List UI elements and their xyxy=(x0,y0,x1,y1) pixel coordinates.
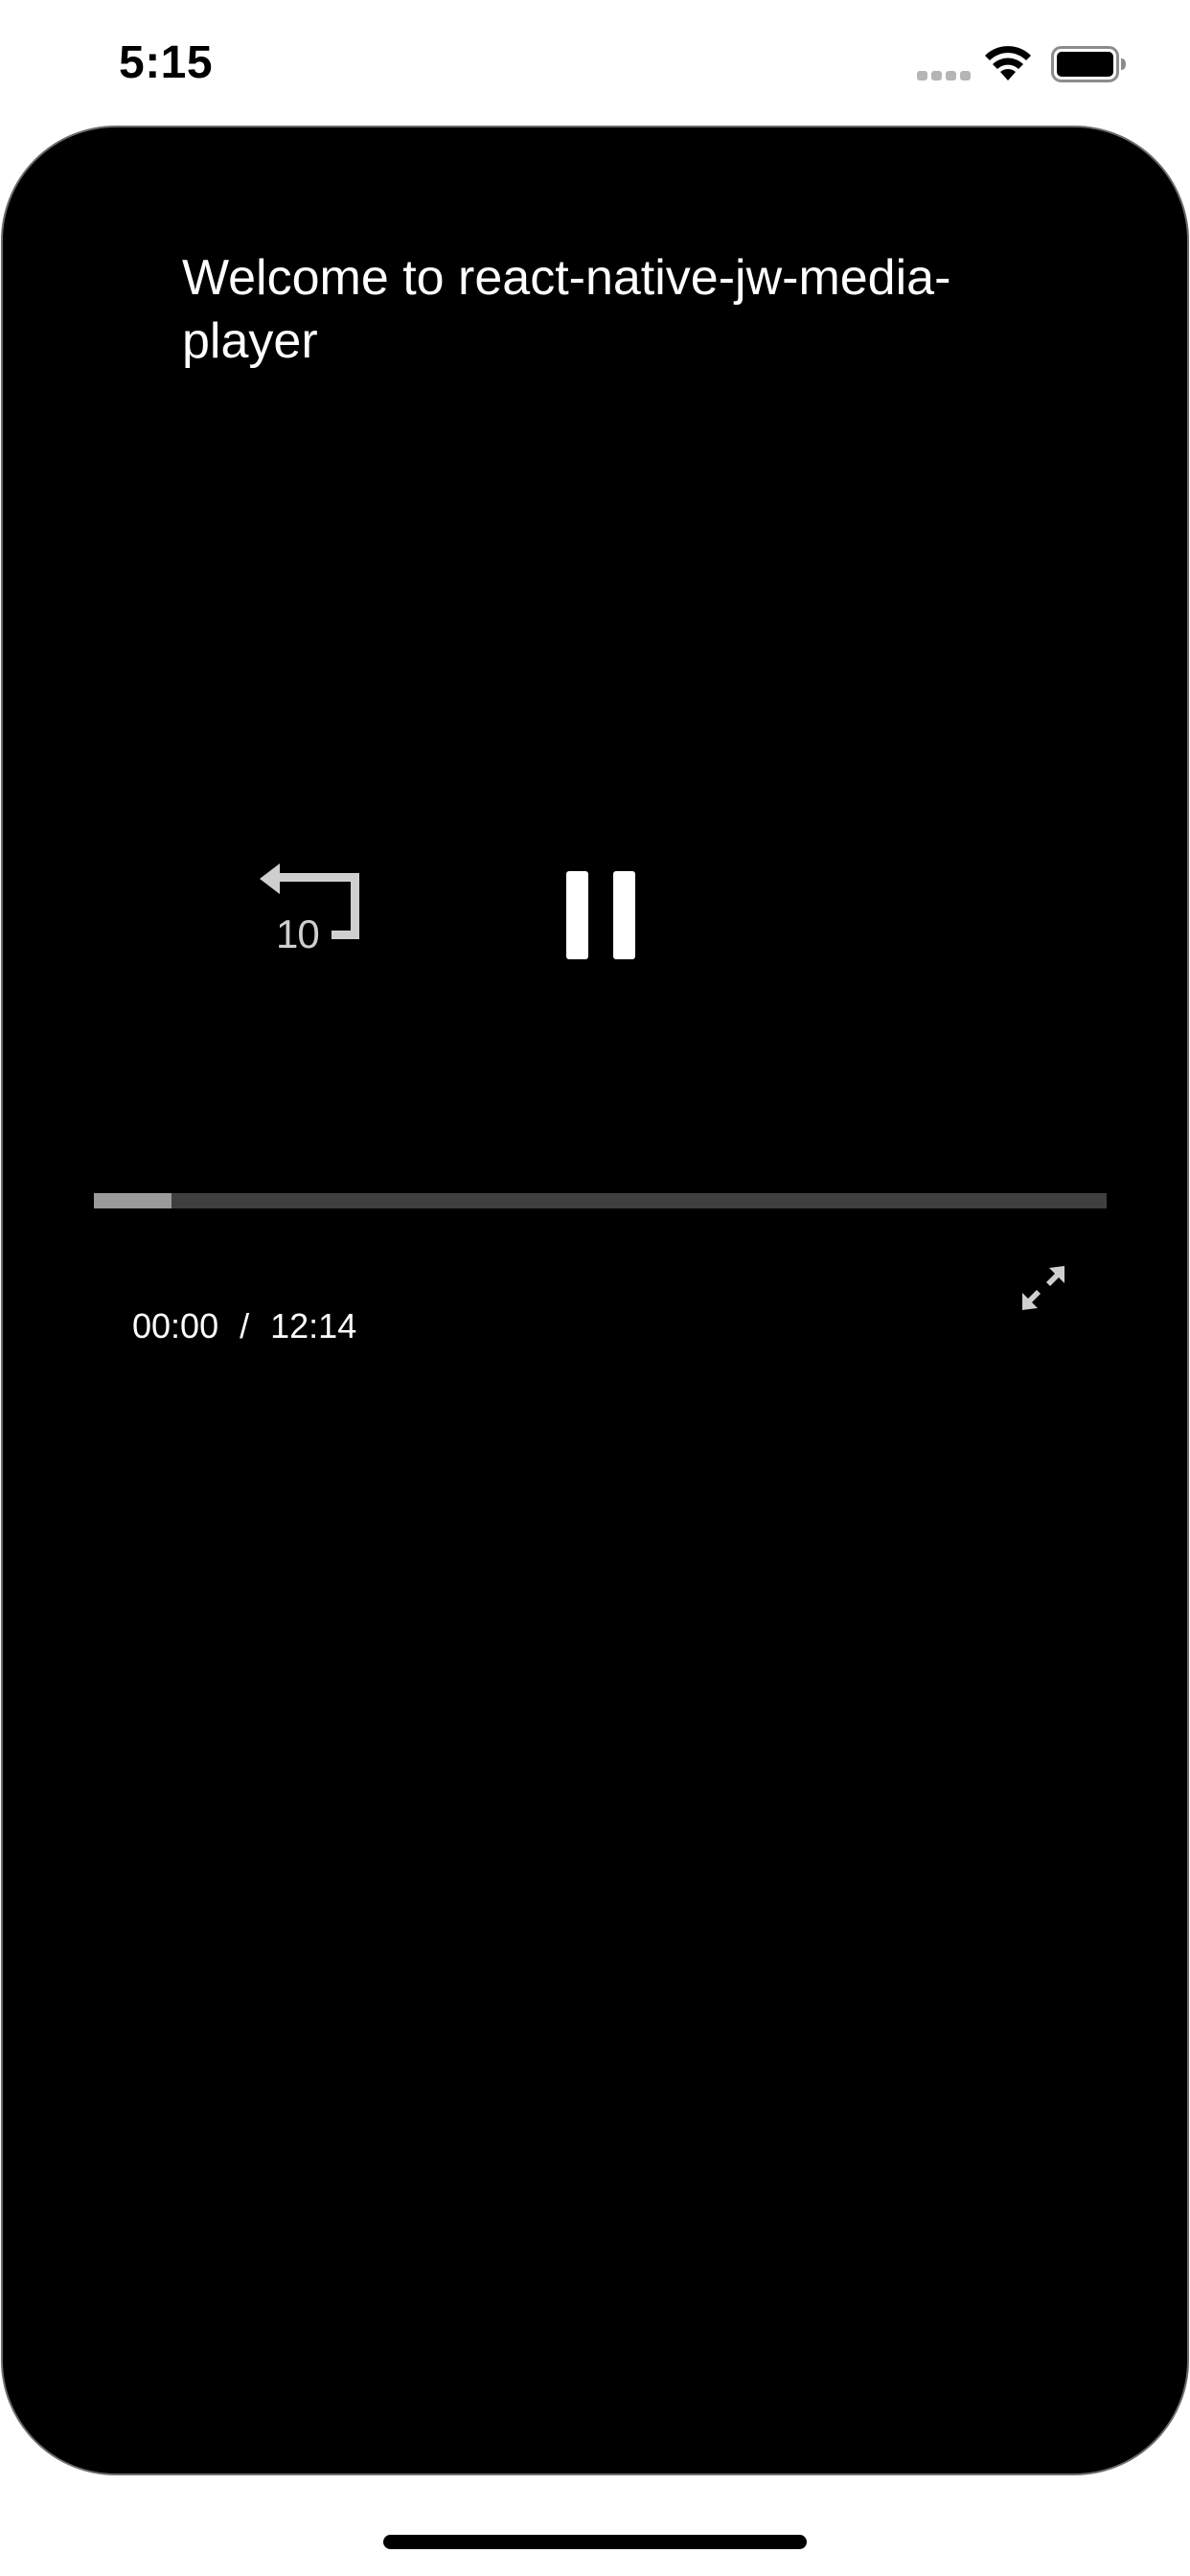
fullscreen-button[interactable] xyxy=(1017,1262,1070,1316)
duration: 12:14 xyxy=(270,1306,357,1346)
fullscreen-expand-icon xyxy=(1022,1266,1064,1310)
battery-icon xyxy=(1051,46,1128,82)
status-time: 5:15 xyxy=(119,37,214,88)
player-title: Welcome to react-native-jw-media-player xyxy=(182,250,951,369)
signal-dots-icon xyxy=(917,71,971,80)
progress-bar[interactable] xyxy=(94,1193,1107,1208)
home-indicator[interactable] xyxy=(383,2535,807,2549)
status-bar: 5:15 xyxy=(0,0,1190,126)
wifi-icon xyxy=(984,42,1032,82)
pause-icon xyxy=(566,871,588,959)
time-separator: / xyxy=(240,1306,250,1346)
pause-icon-bar xyxy=(613,871,635,959)
video-player[interactable]: Welcome to react-native-jw-media-player … xyxy=(1,126,1189,2475)
rewind-label: 10 xyxy=(276,911,320,956)
progress-fill xyxy=(94,1193,172,1208)
rewind-10-button[interactable]: 10 xyxy=(257,858,372,963)
pause-button[interactable] xyxy=(566,871,635,959)
current-time: 00:00 xyxy=(132,1306,219,1346)
time-display: 00:00 / 12:14 xyxy=(94,1266,356,1346)
